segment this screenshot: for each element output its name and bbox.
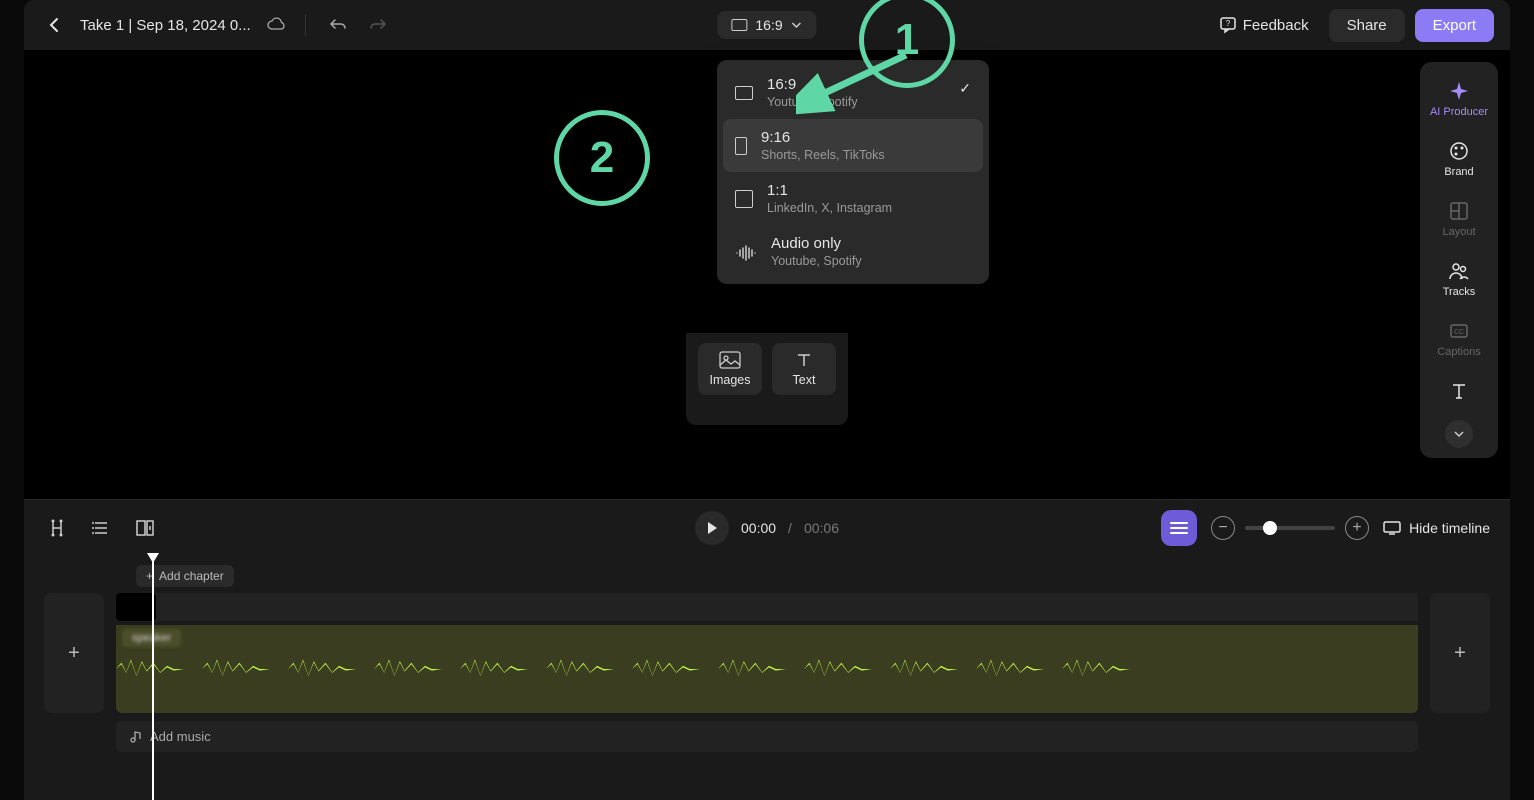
option-label: 16:9 [767, 76, 858, 93]
square-icon [735, 190, 753, 208]
project-title[interactable]: Take 1 | Sep 18, 2024 0... [80, 17, 251, 34]
option-label: Audio only [771, 235, 862, 252]
rail-layout[interactable]: Layout [1420, 192, 1498, 246]
zoom-slider[interactable] [1245, 526, 1335, 530]
rail-label: Tracks [1443, 286, 1476, 298]
option-subtitle: Shorts, Reels, TikToks [761, 148, 885, 162]
image-icon [719, 351, 741, 369]
music-note-icon [128, 730, 142, 744]
feedback-button[interactable]: ? Feedback [1209, 10, 1319, 40]
rail-label: Captions [1437, 346, 1480, 358]
aspect-ratio-button[interactable]: 16:9 [717, 11, 816, 39]
back-button[interactable] [40, 11, 68, 39]
layout-toggle-button[interactable] [132, 515, 158, 541]
playhead[interactable] [152, 555, 154, 800]
split-button[interactable] [44, 515, 70, 541]
rail-label: Brand [1444, 166, 1473, 178]
zoom-thumb[interactable] [1263, 521, 1277, 535]
option-subtitle: Youtube, Spotify [767, 95, 858, 109]
palette-icon [1448, 140, 1470, 162]
play-button[interactable] [695, 511, 729, 545]
option-label: 1:1 [767, 182, 892, 199]
video-track[interactable] [116, 593, 1418, 621]
add-text-button[interactable]: Text [772, 343, 836, 395]
chevron-down-icon [791, 21, 803, 29]
cloud-sync-icon[interactable] [267, 17, 287, 33]
option-subtitle: Youtube, Spotify [771, 254, 862, 268]
rail-label: Layout [1442, 226, 1475, 238]
video-clip[interactable] [116, 593, 156, 621]
rail-tracks[interactable]: Tracks [1420, 252, 1498, 306]
dropdown-item-16-9[interactable]: 16:9 Youtube, Spotify [723, 66, 983, 119]
landscape-icon [731, 19, 747, 31]
add-music-label: Add music [150, 729, 211, 744]
time-separator: / [788, 520, 792, 536]
layout-icon [1448, 200, 1470, 222]
rail-text-tool[interactable] [1420, 372, 1498, 410]
portrait-icon [735, 137, 747, 155]
add-music-button[interactable]: Add music [116, 721, 1418, 752]
svg-text:?: ? [1226, 19, 1231, 28]
add-panel: Images Text [686, 333, 848, 425]
option-subtitle: LinkedIn, X, Instagram [767, 201, 892, 215]
rail-brand[interactable]: Brand [1420, 132, 1498, 186]
total-time: 00:06 [804, 520, 839, 536]
tile-label: Text [793, 373, 816, 387]
timeline-mode-button[interactable] [1161, 510, 1197, 546]
hide-timeline-button[interactable]: Hide timeline [1383, 520, 1490, 536]
add-track-after-button[interactable]: + [1430, 593, 1490, 713]
undo-button[interactable] [324, 11, 352, 39]
redo-button[interactable] [364, 11, 392, 39]
landscape-icon [735, 86, 753, 100]
dropdown-item-1-1[interactable]: 1:1 LinkedIn, X, Instagram [723, 172, 983, 225]
chapter-label: Add chapter [159, 569, 224, 583]
play-icon [705, 521, 719, 535]
right-rail: AI Producer Brand Layout Tracks CC Capti… [1420, 62, 1498, 458]
rail-label: AI Producer [1430, 106, 1488, 118]
zoom-control: − + [1211, 516, 1369, 540]
app-header: Take 1 | Sep 18, 2024 0... 16:9 ? Feedba… [24, 0, 1510, 50]
monitor-icon [1383, 521, 1401, 535]
audio-track[interactable]: speaker [116, 625, 1418, 713]
tile-label: Images [710, 373, 751, 387]
sparkle-icon [1448, 80, 1470, 102]
rail-ai-producer[interactable]: AI Producer [1420, 72, 1498, 126]
add-chapter-button[interactable]: + Add chapter [136, 565, 234, 587]
waveform [116, 644, 1418, 694]
add-track-before-button[interactable]: + [44, 593, 104, 713]
timeline-toolbar: 00:00 / 00:06 − + Hide timeline [24, 499, 1510, 555]
captions-icon: CC [1448, 320, 1470, 342]
dropdown-item-audio[interactable]: Audio only Youtube, Spotify [723, 225, 983, 278]
audio-wave-icon [735, 245, 757, 259]
aspect-dropdown: 16:9 Youtube, Spotify 9:16 Shorts, Reels… [717, 60, 989, 284]
current-time: 00:00 [741, 520, 776, 536]
aspect-label: 16:9 [755, 17, 782, 33]
hide-timeline-label: Hide timeline [1409, 520, 1490, 536]
text-icon [795, 351, 813, 369]
people-icon [1448, 260, 1470, 282]
chevron-down-icon [1453, 430, 1465, 438]
zoom-in-button[interactable]: + [1345, 516, 1369, 540]
share-button[interactable]: Share [1329, 9, 1405, 42]
feedback-label: Feedback [1243, 17, 1309, 34]
svg-text:CC: CC [1454, 329, 1464, 336]
dropdown-item-9-16[interactable]: 9:16 Shorts, Reels, TikToks [723, 119, 983, 172]
zoom-out-button[interactable]: − [1211, 516, 1235, 540]
feedback-icon: ? [1219, 16, 1237, 34]
divider [305, 14, 306, 36]
export-button[interactable]: Export [1415, 9, 1494, 42]
rail-captions[interactable]: CC Captions [1420, 312, 1498, 366]
timeline: + Add chapter + speaker Add music [24, 555, 1510, 800]
add-images-button[interactable]: Images [698, 343, 762, 395]
text-tool-icon [1448, 380, 1470, 402]
rail-expand-button[interactable] [1445, 420, 1473, 448]
list-button[interactable] [88, 515, 114, 541]
timeline-mode-icon [1169, 520, 1189, 536]
option-label: 9:16 [761, 129, 885, 146]
